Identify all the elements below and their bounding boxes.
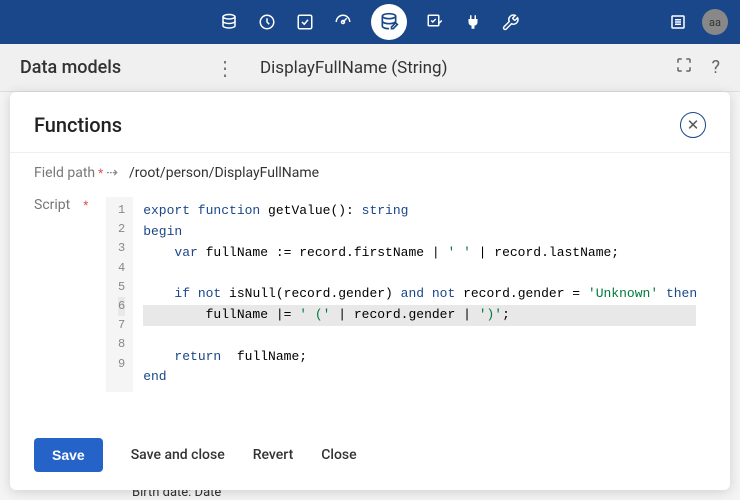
required-mark: * — [98, 166, 103, 180]
code-content[interactable]: export function getValue(): stringbegin … — [133, 197, 706, 392]
page-title: DisplayFullName (String) — [260, 58, 448, 78]
close-button[interactable]: Close — [321, 447, 356, 463]
sub-header: Data models ⋮ DisplayFullName (String) ? — [0, 44, 740, 92]
wrench-icon[interactable] — [501, 12, 521, 32]
functions-modal: Functions ✕ Field path*⇢ /root/person/Di… — [10, 92, 730, 490]
expand-icon[interactable] — [675, 56, 693, 79]
database-edit-icon[interactable] — [371, 4, 407, 40]
required-mark: * — [83, 198, 88, 212]
edit-check-icon[interactable] — [425, 12, 445, 32]
save-and-close-button[interactable]: Save and close — [131, 447, 225, 463]
plug-icon[interactable] — [463, 12, 483, 32]
list-icon[interactable] — [668, 12, 688, 32]
history-icon[interactable] — [257, 12, 277, 32]
save-button[interactable]: Save — [34, 438, 103, 472]
script-label: Script * — [34, 197, 106, 213]
close-icon[interactable]: ✕ — [680, 112, 706, 138]
modal-body: Field path*⇢ /root/person/DisplayFullNam… — [10, 152, 730, 424]
script-row: Script * 123456789 export function getVa… — [34, 197, 706, 392]
field-path-value[interactable]: /root/person/DisplayFullName — [129, 165, 319, 181]
kebab-menu-icon[interactable]: ⋮ — [215, 56, 235, 80]
modal-title: Functions — [34, 113, 122, 137]
line-gutter: 123456789 — [106, 197, 133, 392]
database-icon[interactable] — [219, 12, 239, 32]
check-box-icon[interactable] — [295, 12, 315, 32]
toolbar-right: aa — [668, 9, 728, 35]
avatar[interactable]: aa — [702, 9, 728, 35]
help-icon[interactable]: ? — [711, 57, 720, 78]
field-path-row: Field path*⇢ /root/person/DisplayFullNam… — [34, 165, 706, 181]
revert-button[interactable]: Revert — [253, 447, 294, 463]
modal-header: Functions ✕ — [10, 92, 730, 152]
link-icon: ⇢ — [106, 165, 118, 181]
code-editor[interactable]: 123456789 export function getValue(): st… — [106, 197, 706, 392]
top-toolbar: aa — [0, 0, 740, 44]
field-path-label: Field path*⇢ — [34, 165, 129, 181]
toolbar-center — [219, 4, 521, 40]
section-title: Data models — [20, 57, 121, 78]
speed-icon[interactable] — [333, 12, 353, 32]
modal-footer: Save Save and close Revert Close — [10, 424, 730, 490]
subhead-actions: ? — [675, 56, 720, 79]
